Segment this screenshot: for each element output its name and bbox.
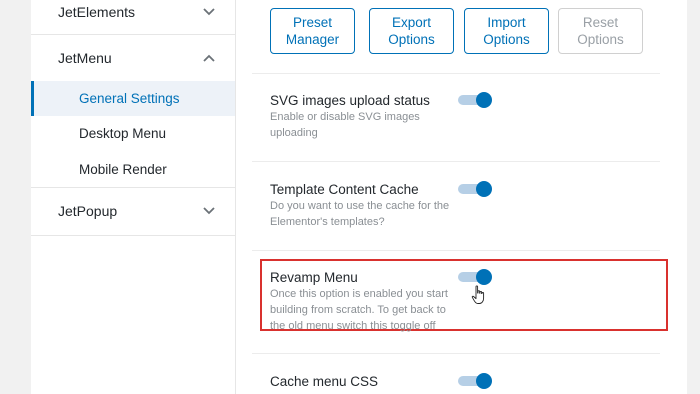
button-label: Preset Manager [285, 15, 340, 47]
sidebar-group-label: JetElements [58, 4, 136, 20]
button-label: Export Options [388, 15, 435, 47]
setting-title-template-cache: Template Content Cache [270, 182, 419, 197]
cache-menu-css-toggle[interactable] [458, 373, 492, 389]
preset-manager-button[interactable]: Preset Manager [270, 8, 355, 54]
sidebar-item-label: Desktop Menu [79, 126, 167, 141]
toggle-knob [476, 181, 492, 197]
row-divider [252, 73, 660, 74]
setting-title-cache-menu-css: Cache menu CSS [270, 374, 379, 389]
reset-options-button: Reset Options [558, 8, 643, 54]
template-cache-toggle[interactable] [458, 181, 492, 197]
setting-title-svg-upload: SVG images upload status [270, 93, 430, 108]
setting-description-revamp-menu: Once this option is enabled you start bu… [270, 288, 448, 332]
row-divider [252, 353, 660, 354]
sidebar-divider [31, 235, 235, 236]
chevron-down-icon [203, 8, 215, 16]
svg-upload-toggle[interactable] [458, 92, 492, 108]
import-options-button[interactable]: Import Options [464, 8, 549, 54]
export-options-button[interactable]: Export Options [369, 8, 454, 54]
hand-pointer-cursor-icon [471, 285, 487, 310]
sidebar-group-label: JetPopup [58, 203, 118, 219]
chevron-down-icon [203, 207, 215, 215]
sidebar-item-label: Mobile Render [79, 162, 167, 177]
chevron-up-icon [203, 54, 215, 62]
setting-title-revamp-menu: Revamp Menu [270, 270, 358, 285]
sidebar-group-jetelements[interactable]: JetElements [31, 0, 235, 36]
row-divider [252, 250, 660, 251]
toggle-knob [476, 373, 492, 389]
setting-description-template-cache: Do you want to use the cache for the Ele… [270, 200, 450, 228]
sidebar-group-jetpopup[interactable]: JetPopup [31, 187, 235, 235]
sidebar-group-label: JetMenu [58, 50, 112, 66]
setting-description-svg-upload: Enable or disable SVG images uploading [270, 111, 420, 139]
button-label: Reset Options [577, 15, 624, 47]
sidebar-item-desktop-menu[interactable]: Desktop Menu [31, 116, 235, 151]
button-label: Import Options [483, 15, 530, 47]
sidebar-group-jetmenu[interactable]: JetMenu [31, 34, 235, 82]
sidebar-item-label: General Settings [79, 91, 180, 106]
revamp-menu-toggle[interactable] [458, 269, 492, 285]
toggle-knob [476, 92, 492, 108]
sidebar: JetElements JetMenu General Settings Des… [31, 0, 236, 394]
toggle-knob [476, 269, 492, 285]
sidebar-item-mobile-render[interactable]: Mobile Render [31, 152, 235, 187]
sidebar-item-general-settings[interactable]: General Settings [31, 81, 235, 116]
row-divider [252, 161, 660, 162]
main-content: Preset Manager Export Options Import Option… [236, 0, 687, 394]
